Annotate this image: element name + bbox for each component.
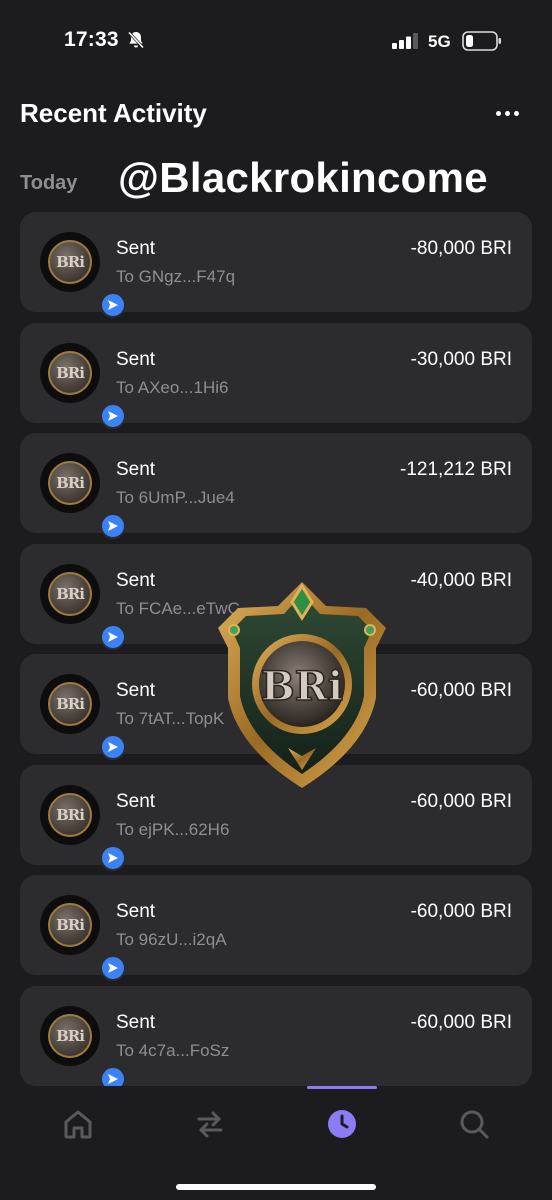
bottom-tab-bar bbox=[0, 1086, 552, 1200]
tab-search[interactable] bbox=[454, 1104, 494, 1144]
recent-activity-screen: 17:33 5G Recent Activity Today @Blackrok… bbox=[0, 0, 552, 1200]
transaction-type: Sent bbox=[116, 791, 156, 812]
bri-token-icon: BRi bbox=[40, 564, 126, 650]
transaction-recipient: To AXeo...1Hi6 bbox=[116, 378, 229, 397]
transaction-type: Sent bbox=[116, 459, 156, 480]
more-options-button[interactable] bbox=[490, 100, 526, 128]
transaction-amount: -60,000 BRI bbox=[410, 901, 512, 922]
bri-token-icon: BRi bbox=[40, 453, 126, 539]
bri-token-icon: BRi bbox=[40, 785, 126, 871]
send-arrow-icon bbox=[100, 734, 126, 760]
activity-item[interactable]: BRi Sent To 6UmP...Jue4 -121,212 BRI bbox=[20, 433, 532, 539]
send-arrow-icon bbox=[100, 292, 126, 318]
home-indicator-bar bbox=[176, 1184, 376, 1190]
transaction-type: Sent bbox=[116, 238, 156, 259]
bell-muted-icon bbox=[127, 31, 145, 49]
status-time: 17:33 bbox=[64, 28, 119, 51]
bri-token-icon: BRi bbox=[40, 343, 126, 429]
send-arrow-icon bbox=[100, 513, 126, 539]
home-icon bbox=[64, 1110, 92, 1139]
network-type: 5G bbox=[428, 32, 451, 51]
transaction-amount: -40,000 BRI bbox=[410, 570, 512, 591]
transaction-recipient: To GNgz...F47q bbox=[116, 267, 236, 286]
bri-token-icon: BRi bbox=[40, 1006, 126, 1092]
transaction-recipient: To 6UmP...Jue4 bbox=[116, 488, 235, 507]
transaction-amount: -80,000 BRI bbox=[410, 238, 512, 259]
page-title: Recent Activity bbox=[20, 98, 207, 128]
tab-swap[interactable] bbox=[190, 1104, 230, 1144]
transaction-amount: -60,000 BRI bbox=[410, 680, 512, 701]
transaction-type: Sent bbox=[116, 570, 156, 591]
bri-token-icon: BRi bbox=[40, 895, 126, 981]
active-tab-indicator bbox=[307, 1086, 377, 1089]
search-icon bbox=[460, 1110, 489, 1139]
watermark-text: @Blackrokincome bbox=[118, 154, 488, 201]
transaction-amount: -60,000 BRI bbox=[410, 1012, 512, 1033]
tab-activity[interactable] bbox=[322, 1104, 362, 1144]
emblem-monogram: BRi bbox=[261, 663, 343, 710]
section-label-today: Today bbox=[20, 172, 78, 194]
transaction-amount: -30,000 BRI bbox=[410, 349, 512, 370]
transaction-amount: -121,212 BRI bbox=[400, 459, 512, 480]
send-arrow-icon bbox=[100, 955, 126, 981]
transaction-type: Sent bbox=[116, 1012, 156, 1033]
activity-item[interactable]: BRi Sent To GNgz...F47q -80,000 BRI bbox=[20, 212, 532, 318]
activity-item[interactable]: BRi Sent To AXeo...1Hi6 -30,000 BRI bbox=[20, 323, 532, 429]
battery-icon bbox=[462, 31, 501, 51]
tab-home[interactable] bbox=[58, 1104, 98, 1144]
status-bar: 17:33 5G bbox=[0, 0, 552, 82]
activity-item[interactable]: BRi Sent To 4c7a...FoSz -60,000 BRI bbox=[20, 986, 532, 1092]
send-arrow-icon bbox=[100, 403, 126, 429]
transaction-recipient: To ejPK...62H6 bbox=[116, 820, 230, 839]
transaction-recipient: To 7tAT...TopK bbox=[116, 709, 225, 728]
activity-item[interactable]: BRi Sent To 96zU...i2qA -60,000 BRI bbox=[20, 875, 532, 981]
transaction-type: Sent bbox=[116, 901, 156, 922]
transaction-type: Sent bbox=[116, 680, 156, 701]
bri-token-icon: BRi bbox=[40, 232, 126, 318]
clock-icon bbox=[328, 1110, 356, 1138]
transaction-type: Sent bbox=[116, 349, 156, 370]
transaction-recipient: To 96zU...i2qA bbox=[116, 930, 227, 949]
transaction-amount: -60,000 BRI bbox=[410, 791, 512, 812]
shield-emblem-logo: BRi bbox=[218, 582, 386, 788]
send-arrow-icon bbox=[100, 845, 126, 871]
swap-icon bbox=[197, 1111, 223, 1138]
signal-strength-icon bbox=[392, 33, 418, 49]
transaction-recipient: To 4c7a...FoSz bbox=[116, 1041, 230, 1060]
bri-token-icon: BRi bbox=[40, 674, 126, 760]
send-arrow-icon bbox=[100, 624, 126, 650]
